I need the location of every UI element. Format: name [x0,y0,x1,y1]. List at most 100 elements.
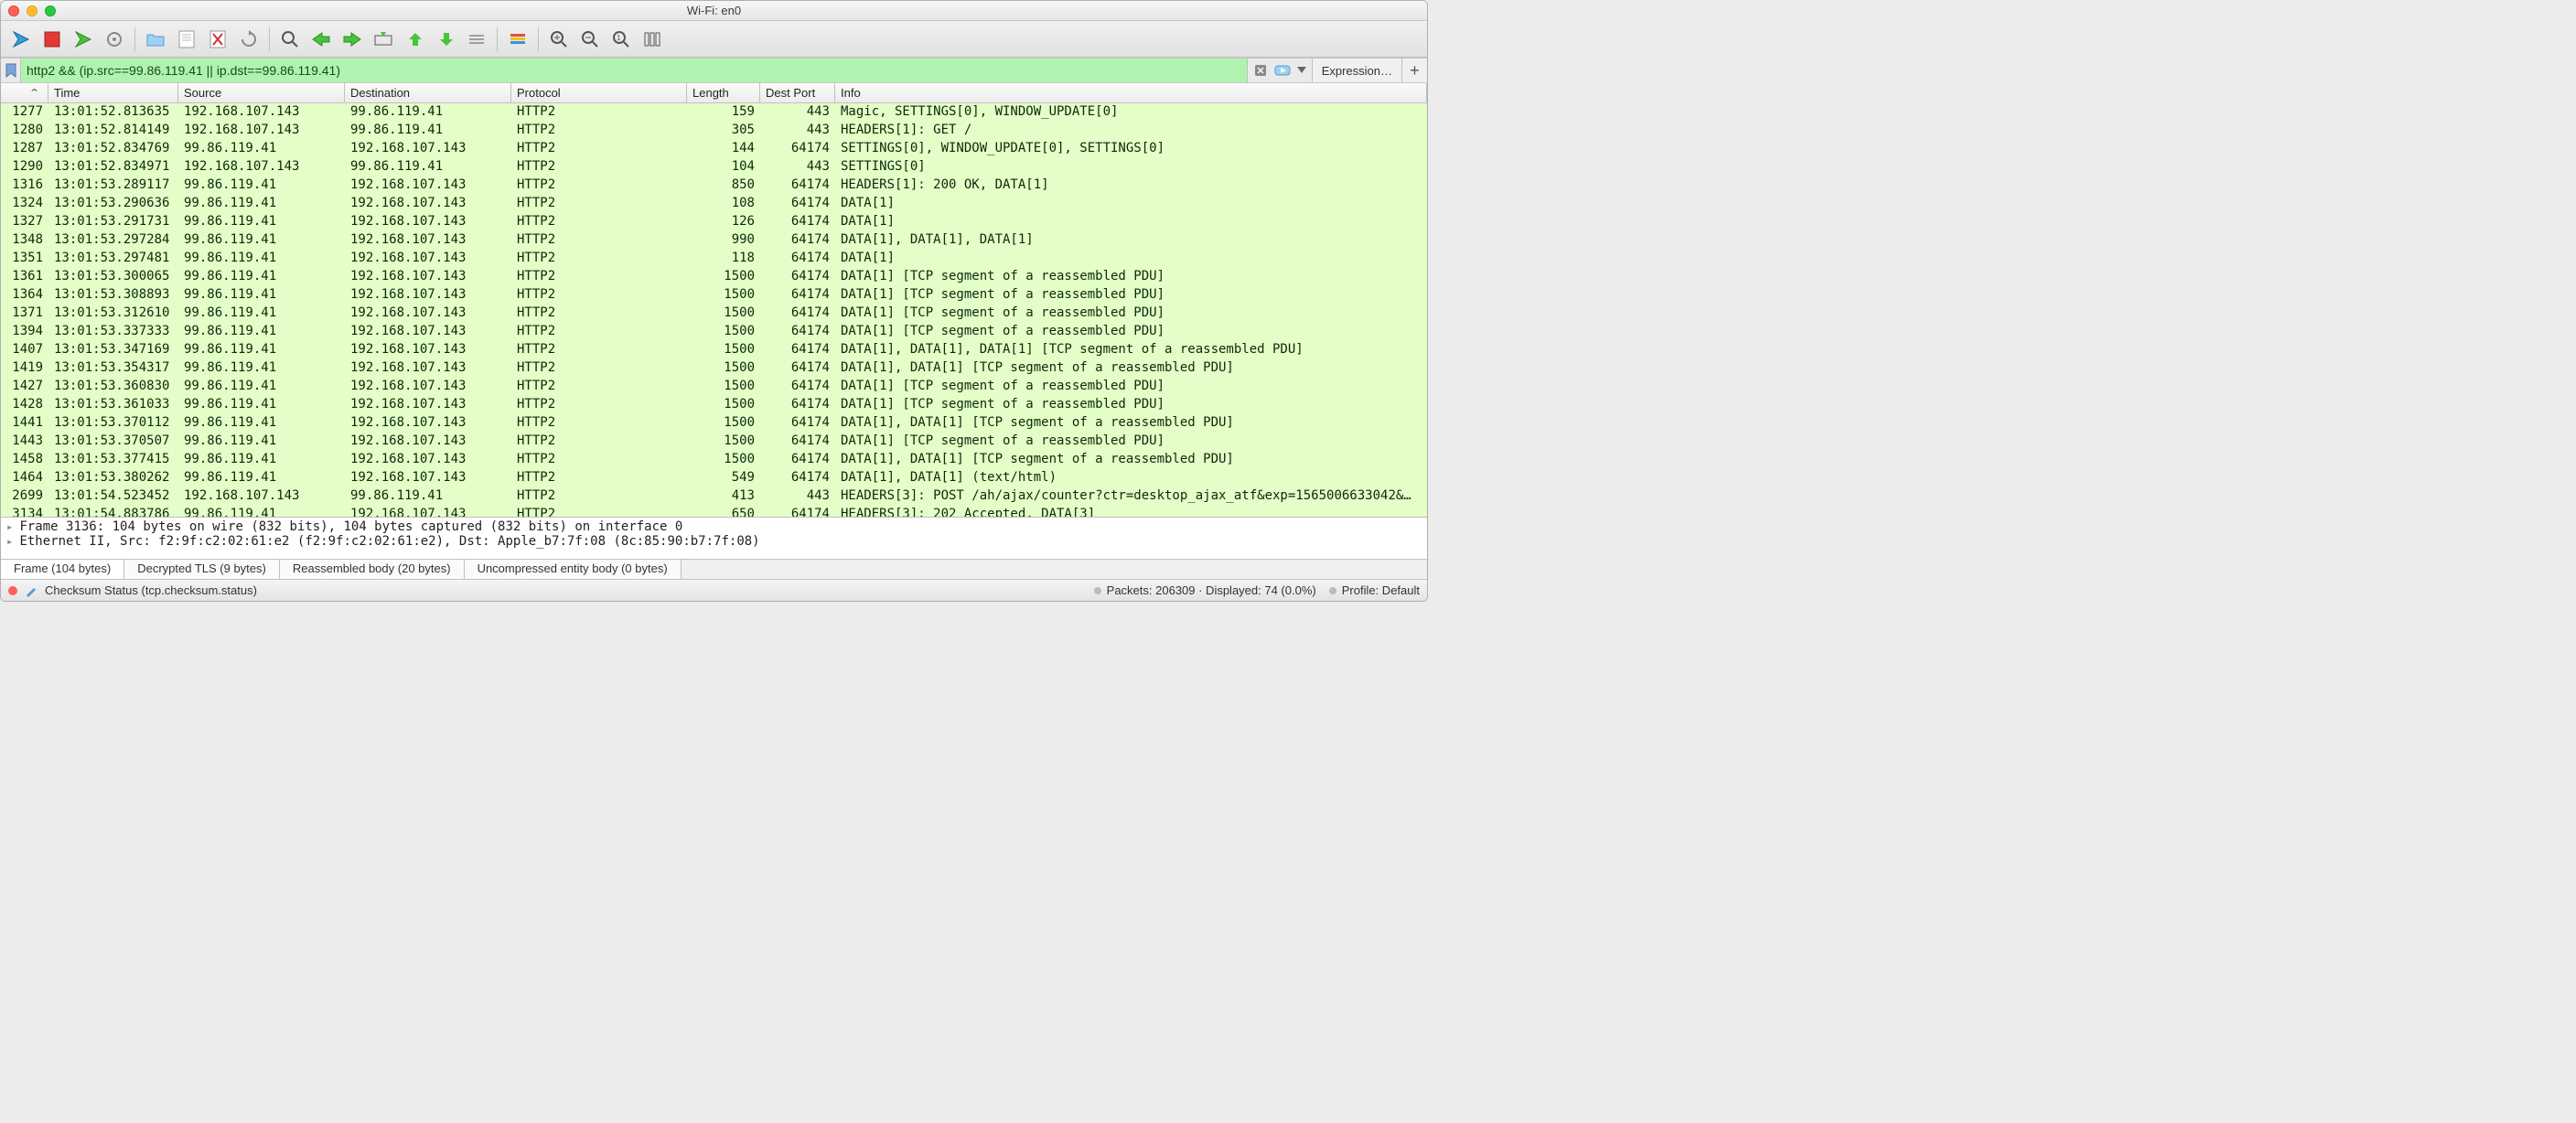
column-header-destport[interactable]: Dest Port [760,83,835,102]
cell-source: 192.168.107.143 [178,122,345,140]
cell-destport: 64174 [760,140,835,158]
packet-row[interactable]: 135113:01:53.29748199.86.119.41192.168.1… [1,250,1427,268]
reload-button[interactable] [234,26,263,53]
stop-capture-button[interactable] [38,26,67,53]
status-bar: Checksum Status (tcp.checksum.status) Pa… [1,579,1427,601]
cell-time: 13:01:53.337333 [48,323,178,341]
open-file-button[interactable] [141,26,170,53]
clear-filter-button[interactable] [1251,61,1270,80]
status-profile[interactable]: Profile: Default [1342,583,1420,597]
packet-row[interactable]: 137113:01:53.31261099.86.119.41192.168.1… [1,305,1427,323]
cell-destport: 64174 [760,231,835,250]
zoom-out-button[interactable] [575,26,605,53]
packet-row[interactable]: 131613:01:53.28911799.86.119.41192.168.1… [1,176,1427,195]
zoom-reset-button[interactable]: 1 [606,26,636,53]
packet-row[interactable]: 142813:01:53.36103399.86.119.41192.168.1… [1,396,1427,414]
detail-line[interactable]: Frame 3136: 104 bytes on wire (832 bits)… [6,519,1422,534]
cell-source: 192.168.107.143 [178,103,345,122]
cell-destination: 192.168.107.143 [345,231,511,250]
tab-uncompressed-body[interactable]: Uncompressed entity body (0 bytes) [465,560,682,579]
go-back-button[interactable] [306,26,336,53]
cell-length: 1500 [687,414,760,433]
auto-scroll-button[interactable] [462,26,491,53]
packet-row[interactable]: 142713:01:53.36083099.86.119.41192.168.1… [1,378,1427,396]
go-forward-button[interactable] [338,26,367,53]
packet-row[interactable]: 128713:01:52.83476999.86.119.41192.168.1… [1,140,1427,158]
cell-info: SETTINGS[0] [835,158,1427,176]
cell-info: DATA[1] [835,195,1427,213]
tab-frame[interactable]: Frame (104 bytes) [1,560,124,579]
packet-row[interactable]: 146413:01:53.38026299.86.119.41192.168.1… [1,469,1427,487]
column-header-source[interactable]: Source [178,83,345,102]
add-filter-button[interactable]: + [1401,59,1427,82]
packet-row[interactable]: 269913:01:54.523452192.168.107.14399.86.… [1,487,1427,506]
edit-icon[interactable] [25,584,38,597]
cell-source: 99.86.119.41 [178,268,345,286]
find-packet-button[interactable] [275,26,305,53]
cell-protocol: HTTP2 [511,286,687,305]
column-header-destination[interactable]: Destination [345,83,511,102]
cell-source: 99.86.119.41 [178,341,345,359]
filter-bookmark-button[interactable] [1,59,21,82]
resize-columns-button[interactable] [638,26,667,53]
cell-destination: 192.168.107.143 [345,323,511,341]
packet-row[interactable]: 127713:01:52.813635192.168.107.14399.86.… [1,103,1427,122]
cell-no: 1324 [1,195,48,213]
packet-row[interactable]: 132713:01:53.29173199.86.119.41192.168.1… [1,213,1427,231]
column-header-length[interactable]: Length [687,83,760,102]
packet-row[interactable]: 140713:01:53.34716999.86.119.41192.168.1… [1,341,1427,359]
cell-length: 1500 [687,305,760,323]
packet-row[interactable]: 145813:01:53.37741599.86.119.41192.168.1… [1,451,1427,469]
cell-destport: 443 [760,103,835,122]
packet-row[interactable]: 141913:01:53.35431799.86.119.41192.168.1… [1,359,1427,378]
cell-time: 13:01:53.377415 [48,451,178,469]
tab-decrypted-tls[interactable]: Decrypted TLS (9 bytes) [124,560,280,579]
cell-protocol: HTTP2 [511,469,687,487]
column-header-time[interactable]: Time [48,83,178,102]
close-file-button[interactable] [203,26,232,53]
cell-destport: 64174 [760,396,835,414]
cell-destport: 64174 [760,433,835,451]
packet-list[interactable]: 127713:01:52.813635192.168.107.14399.86.… [1,103,1427,517]
start-capture-button[interactable] [6,26,36,53]
packet-row[interactable]: 132413:01:53.29063699.86.119.41192.168.1… [1,195,1427,213]
cell-length: 1500 [687,433,760,451]
cell-no: 1287 [1,140,48,158]
cell-destination: 192.168.107.143 [345,305,511,323]
packet-row[interactable]: 144113:01:53.37011299.86.119.41192.168.1… [1,414,1427,433]
tab-reassembled-body[interactable]: Reassembled body (20 bytes) [280,560,465,579]
column-header-info[interactable]: Info [835,83,1427,102]
cell-length: 144 [687,140,760,158]
packet-row[interactable]: 139413:01:53.33733399.86.119.41192.168.1… [1,323,1427,341]
cell-info: DATA[1], DATA[1] [TCP segment of a reass… [835,359,1427,378]
cell-protocol: HTTP2 [511,140,687,158]
filter-expression-button[interactable]: Expression… [1312,59,1401,82]
go-last-button[interactable] [431,26,460,53]
packet-details-pane[interactable]: Frame 3136: 104 bytes on wire (832 bits)… [1,517,1427,559]
go-first-button[interactable] [400,26,429,53]
packet-row[interactable]: 134813:01:53.29728499.86.119.41192.168.1… [1,231,1427,250]
packet-row[interactable]: 128013:01:52.814149192.168.107.14399.86.… [1,122,1427,140]
colorize-button[interactable] [503,26,532,53]
packet-row[interactable]: 129013:01:52.834971192.168.107.14399.86.… [1,158,1427,176]
expert-info-button[interactable] [8,586,17,595]
packet-row[interactable]: 136113:01:53.30006599.86.119.41192.168.1… [1,268,1427,286]
packet-row[interactable]: 144313:01:53.37050799.86.119.41192.168.1… [1,433,1427,451]
filter-history-button[interactable] [1295,61,1308,80]
restart-capture-button[interactable] [69,26,98,53]
zoom-in-button[interactable] [544,26,574,53]
cell-protocol: HTTP2 [511,122,687,140]
status-dot-icon [1329,587,1336,594]
packet-row[interactable]: 136413:01:53.30889399.86.119.41192.168.1… [1,286,1427,305]
apply-filter-button[interactable] [1272,61,1293,80]
cell-source: 99.86.119.41 [178,451,345,469]
packet-row[interactable]: 313413:01:54.88378699.86.119.41192.168.1… [1,506,1427,517]
cell-time: 13:01:53.308893 [48,286,178,305]
column-header-no[interactable] [1,83,48,102]
capture-options-button[interactable] [100,26,129,53]
display-filter-input[interactable] [21,59,1247,82]
go-to-packet-button[interactable] [369,26,398,53]
column-header-protocol[interactable]: Protocol [511,83,687,102]
save-file-button[interactable] [172,26,201,53]
detail-line[interactable]: Ethernet II, Src: f2:9f:c2:02:61:e2 (f2:… [6,534,1422,549]
